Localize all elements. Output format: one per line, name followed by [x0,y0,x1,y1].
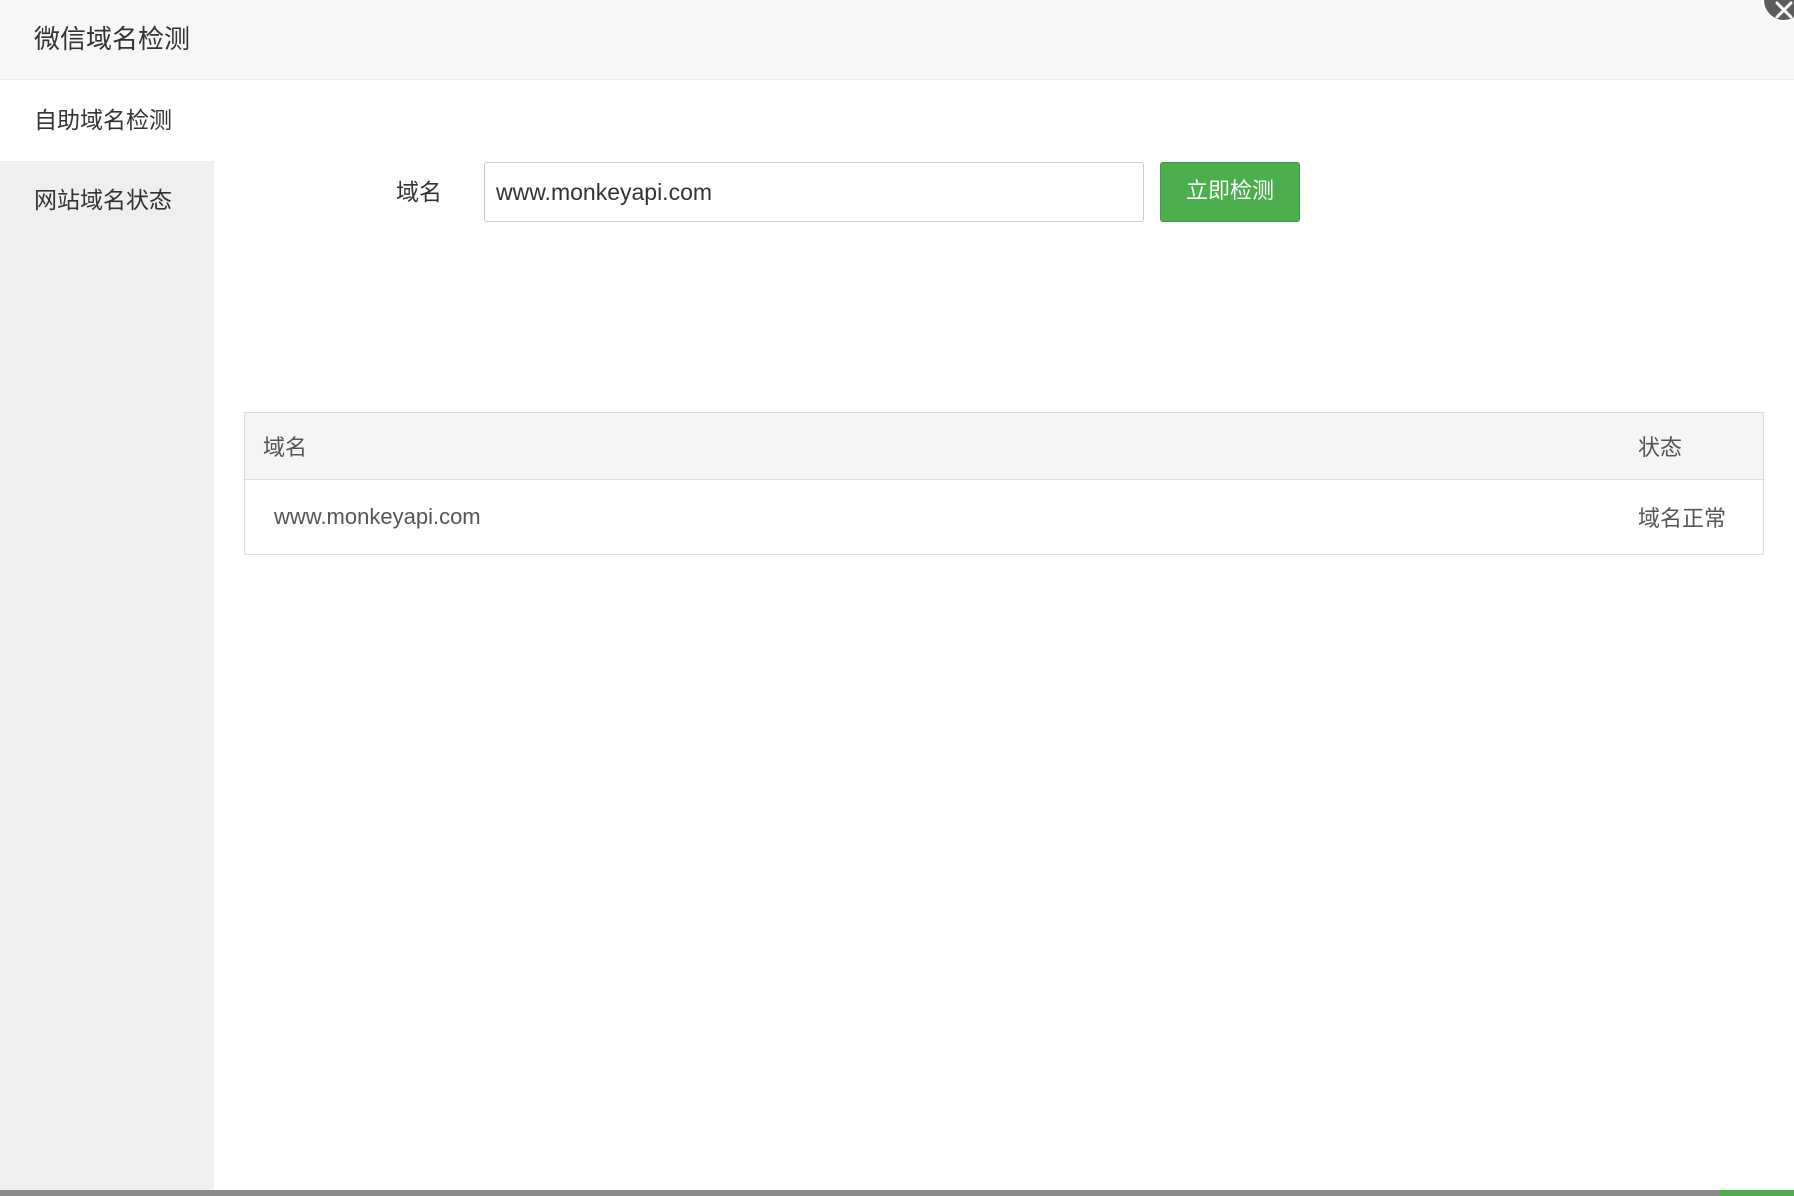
sidebar-item-self-check[interactable]: 自助域名检测 [0,81,214,161]
bottom-divider [0,1190,1794,1196]
table-header-row: 域名 状态 [244,412,1764,480]
column-header-domain: 域名 [263,436,308,461]
close-icon [1775,1,1793,19]
domain-input[interactable] [484,162,1144,222]
table-row: www.monkeyapi.com 域名正常 [244,479,1764,555]
cell-domain: www.monkeyapi.com [274,504,481,529]
dialog-title-bar: 微信域名检测 [0,0,1794,80]
domain-field-label: 域名 [396,180,442,206]
check-now-button[interactable]: 立即检测 [1160,162,1300,222]
result-table: 域名 状态 www.monkeyapi.com 域名正常 [244,412,1764,555]
cell-status: 域名正常 [1638,507,1727,532]
dialog-title: 微信域名检测 [34,25,191,55]
domain-check-dialog: 微信域名检测 自助域名检测 网站域名状态 域名 立即检测 域名 状态 www.m… [0,0,1794,1190]
sidebar: 自助域名检测 网站域名状态 [0,81,214,1190]
bottom-accent-bar [1720,1190,1794,1196]
column-header-status: 状态 [1638,436,1683,461]
sidebar-item-site-status[interactable]: 网站域名状态 [0,161,214,241]
